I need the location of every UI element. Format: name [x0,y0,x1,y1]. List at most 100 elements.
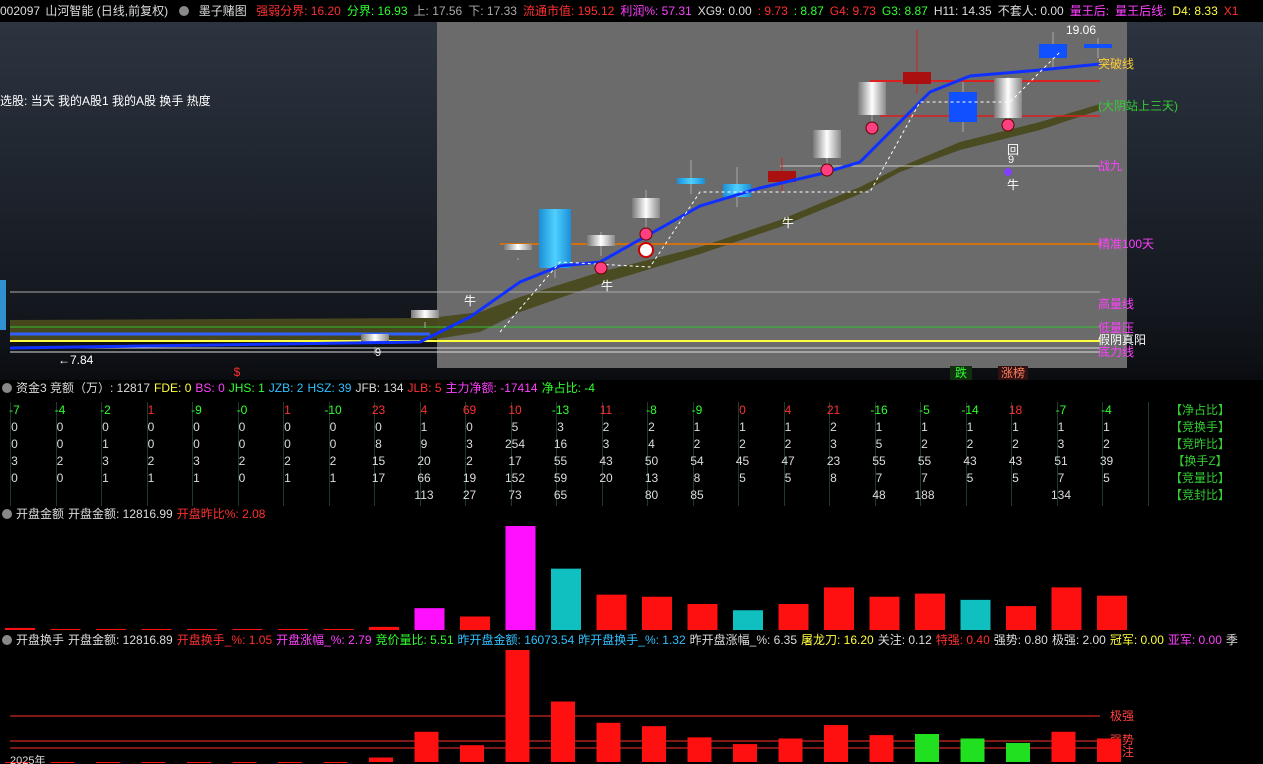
bar [96,762,120,763]
open-turnover-header: 开盘换手 开盘金额: 12816.89 开盘换手_%: 1.05 开盘涨幅_%: 2.… [0,632,1263,648]
table-cell: 43 [963,454,977,468]
table-cell: 2 [602,420,610,434]
table-cell: -9 [691,403,703,417]
table-cell: 3 [11,454,18,468]
table-cell: 43 [599,454,613,468]
signal-dot [820,163,834,177]
candle-body [949,92,977,122]
table-cell: 9 [420,437,428,451]
candle-body [504,244,532,250]
table-cell: -10 [324,403,342,417]
open-amount-header: 开盘金额 开盘金额: 12816.99 开盘昨比%: 2.08 [0,506,1263,522]
table-cell: 7 [1057,471,1065,485]
indicator-item: JHS: 1 [228,381,265,395]
indicator-item: 竞价量比: 5.51 [375,633,454,647]
table-cell: 2 [238,454,246,468]
bar [187,628,217,630]
signal-dot [865,121,879,135]
table-cell: 48 [872,488,886,502]
open-amount-title: 开盘金额 [16,507,65,521]
table-cell: 0 [193,437,200,451]
bar [369,757,393,762]
table-cell: 3 [830,437,837,451]
table-cell: 3 [602,437,610,451]
bar [824,587,854,630]
legend-label: 【竞昨比】 [1169,437,1230,451]
table-cell: 0 [11,471,18,485]
indicator-item: 不套人: 0.00 [997,4,1064,18]
table-cell: 134 [1050,488,1072,502]
table-cell: 0 [102,420,109,434]
level-label: 极强 [1110,709,1134,723]
candle-body [813,130,841,158]
panel-settings-icon[interactable] [2,635,12,645]
table-cell: 59 [553,471,568,485]
formula-name[interactable]: 墨子赌图 [199,4,247,18]
table-cell: 7 [921,471,928,485]
table-cell: 0 [147,420,155,434]
table-cell: 65 [553,488,568,502]
table-cell: 2 [147,454,155,468]
table-cell: 85 [690,488,704,502]
table-cell: 10 [508,403,522,417]
table-cell: 50 [644,454,659,468]
table-cell: 1 [966,420,974,434]
bar [1006,606,1036,630]
cow-marker: 牛 [782,215,794,230]
table-cell: 3 [193,454,200,468]
table-cell: 0 [147,437,155,451]
table-cell: 0 [284,437,291,451]
table-cell: 5 [875,437,883,451]
table-cell: 1 [102,471,109,485]
bar [5,627,35,630]
table-cell: -4 [1101,403,1112,417]
bar [733,744,757,762]
stock-code[interactable]: 002097 [0,4,40,18]
panel-settings-icon[interactable] [2,509,12,519]
main-chart[interactable]: 选股: 当天 我的A股1 我的A股 换手 热度 突破线 (大阴站上三天) 战九 精准1… [0,22,1263,380]
table-cell: 1 [1057,420,1065,434]
table-cell: 2 [830,420,837,434]
bar [1051,587,1082,630]
table-cell: 0 [11,420,18,434]
level-label: 战九 [1098,159,1122,173]
indicator-item: 关注: 0.12 [877,633,932,647]
table-cell: 20 [599,471,613,485]
indicator-item: 昨开盘换手_%: 1.32 [578,633,686,647]
table-cell: 5 [966,471,974,485]
bar [1006,742,1030,762]
table-cell: 47 [781,454,795,468]
stock-name[interactable]: 山河智能 [45,4,93,18]
bar [50,762,75,763]
table-cell: 2 [739,437,746,451]
table-cell: 55 [553,454,568,468]
dollar-marker: $ [234,365,241,379]
formula-dropdown-icon[interactable] [179,6,190,16]
table-cell: 21 [826,403,841,417]
table-cell: 3 [102,454,109,468]
table-cell: 4 [420,403,428,417]
table-cell: 1 [147,403,155,417]
candle-body [411,310,439,318]
candle-body [587,235,615,246]
panel-settings-icon[interactable] [2,383,12,393]
indicator-item: 屠龙刀: 16.20 [801,633,874,647]
open-turnover-chart: 极强强势关注2025年 [5,650,1134,764]
open-amount-chart [5,526,1127,630]
fall-marker: 跌 [955,365,967,380]
bar [551,568,581,630]
candlestick-chart: 突破线(大阴站上三天)战九精准100天高量线低量压假阴真阳底力线19.06←7.… [0,23,1178,380]
cow-marker: 牛 [464,293,476,308]
level-label: (大阴站上三天) [1098,99,1178,113]
bar [687,604,718,630]
table-cell: 66 [417,471,431,485]
indicator-item: : 9.73 [757,4,788,18]
table-cell: 73 [508,488,522,502]
table-cell: 8 [693,471,701,485]
bar [1051,731,1076,762]
legend-label: 【换手Z】 [1172,454,1228,468]
bar [778,604,809,630]
table-cell: -14 [961,403,979,417]
legend-label: 【净占比】 [1169,403,1230,417]
open-amount-values: 开盘金额: 12816.99 开盘昨比%: 2.08 [68,507,269,521]
